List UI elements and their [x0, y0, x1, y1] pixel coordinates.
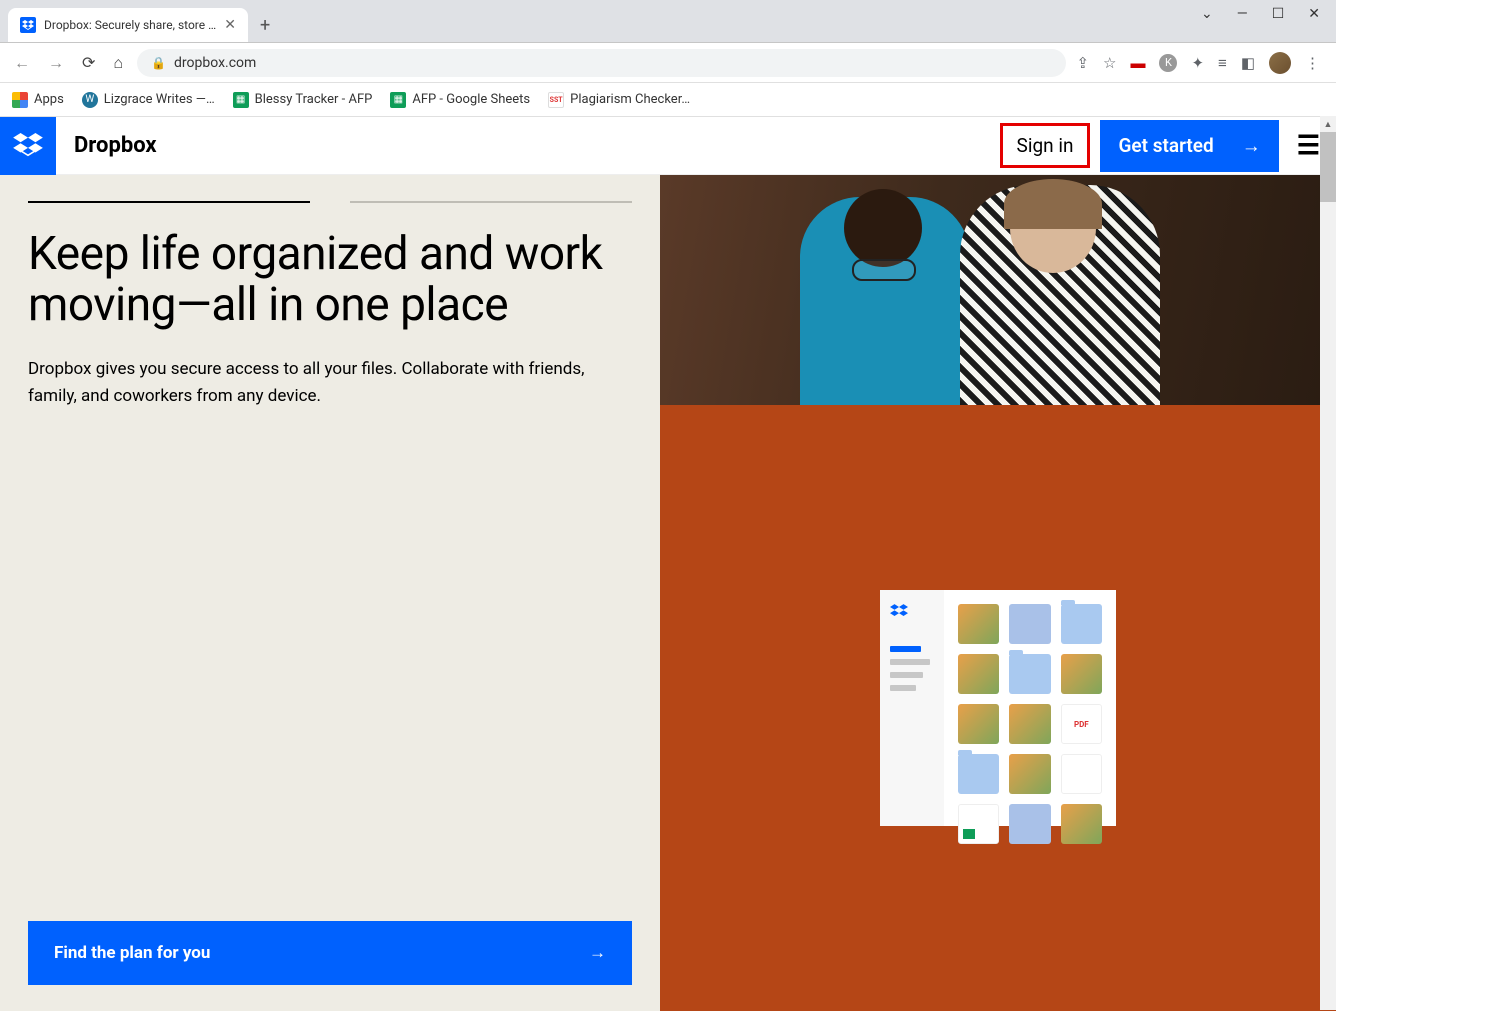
- bookmark-label: Plagiarism Checker…: [570, 92, 690, 107]
- vertical-scrollbar[interactable]: ▲: [1320, 116, 1336, 1010]
- bookmark-lizgrace[interactable]: W Lizgrace Writes —…: [82, 92, 215, 108]
- tab-close-icon[interactable]: ✕: [224, 17, 236, 33]
- wordpress-icon: W: [82, 92, 98, 108]
- sheets-icon: ▦: [390, 92, 406, 108]
- file-browser-illustration: PDF: [880, 590, 1116, 826]
- hero-photo: [660, 175, 1336, 405]
- scroll-up-icon[interactable]: ▲: [1320, 116, 1336, 132]
- folder-tile: [958, 754, 999, 794]
- bookmark-label: AFP - Google Sheets: [412, 92, 530, 107]
- extension-k-icon[interactable]: K: [1159, 54, 1177, 72]
- lock-icon: 🔒: [151, 56, 166, 70]
- reading-list-icon[interactable]: ≡: [1218, 54, 1227, 72]
- home-icon[interactable]: ⌂: [109, 49, 127, 77]
- tab-title: Dropbox: Securely share, store an: [44, 18, 216, 32]
- sign-in-button[interactable]: Sign in: [1000, 123, 1091, 168]
- carousel-progress: [28, 201, 632, 203]
- arrow-right-icon: →: [1242, 134, 1261, 158]
- profile-avatar-icon[interactable]: [1269, 52, 1291, 74]
- side-panel-icon[interactable]: ◧: [1241, 54, 1255, 72]
- bookmark-afp[interactable]: ▦ AFP - Google Sheets: [390, 92, 530, 108]
- hero-title: Keep life organized and work moving—all …: [28, 229, 632, 330]
- cta-label: Find the plan for you: [54, 943, 210, 963]
- find-plan-button[interactable]: Find the plan for you →: [28, 921, 632, 985]
- extensions-icon[interactable]: ✦: [1191, 54, 1204, 72]
- file-tile: [958, 654, 999, 694]
- reload-icon[interactable]: ⟳: [78, 49, 99, 76]
- bookmark-star-icon[interactable]: ☆: [1103, 54, 1116, 72]
- file-tile: [1061, 754, 1102, 794]
- chrome-menu-icon[interactable]: ⋮: [1305, 54, 1320, 72]
- bookmark-plagiarism[interactable]: SST Plagiarism Checker…: [548, 92, 690, 108]
- sst-icon: SST: [548, 92, 564, 108]
- mcafee-icon[interactable]: ▬: [1130, 54, 1145, 72]
- file-tile: [1009, 804, 1050, 844]
- file-tile: [1061, 654, 1102, 694]
- bookmark-blessy[interactable]: ▦ Blessy Tracker - AFP: [233, 92, 373, 108]
- folder-tile: [1009, 654, 1050, 694]
- arrow-right-icon: →: [589, 943, 606, 963]
- progress-segment[interactable]: [28, 201, 310, 203]
- bookmark-label: Blessy Tracker - AFP: [255, 92, 373, 107]
- file-tile: [1009, 754, 1050, 794]
- folder-tile: [1061, 604, 1102, 644]
- brand-name[interactable]: Dropbox: [74, 133, 157, 158]
- file-tile: [1061, 804, 1102, 844]
- forward-icon[interactable]: →: [44, 49, 68, 77]
- pdf-tile: PDF: [1061, 704, 1102, 744]
- scroll-thumb[interactable]: [1320, 132, 1336, 202]
- dropbox-glyph-icon: [13, 133, 43, 159]
- url-text: dropbox.com: [174, 55, 256, 71]
- xls-tile: [958, 804, 999, 844]
- apps-icon: [12, 92, 28, 108]
- bookmark-label: Lizgrace Writes —…: [104, 92, 215, 107]
- bookmark-label: Apps: [34, 92, 64, 107]
- window-maximize-icon[interactable]: ☐: [1272, 6, 1285, 22]
- dropbox-logo[interactable]: [0, 117, 56, 175]
- get-started-label: Get started: [1118, 134, 1213, 157]
- progress-segment[interactable]: [350, 201, 632, 203]
- window-close-icon[interactable]: ✕: [1308, 6, 1320, 22]
- hero-subtitle: Dropbox gives you secure access to all y…: [28, 356, 588, 409]
- back-icon[interactable]: ←: [10, 49, 34, 77]
- share-icon[interactable]: ⇪: [1076, 54, 1089, 72]
- window-minimize-icon[interactable]: —: [1237, 6, 1248, 22]
- dropbox-mini-icon: [890, 604, 908, 620]
- hamburger-menu-icon[interactable]: ☰: [1297, 131, 1320, 161]
- dropbox-favicon-icon: [20, 17, 36, 33]
- window-chevron-icon[interactable]: ⌄: [1201, 6, 1213, 22]
- browser-tab[interactable]: Dropbox: Securely share, store an ✕: [8, 8, 248, 42]
- hero-illustration-panel: PDF: [660, 405, 1336, 1011]
- bookmark-apps[interactable]: Apps: [12, 92, 64, 108]
- file-tile: [958, 604, 999, 644]
- site-header: Dropbox Sign in Get started → ☰: [0, 117, 1336, 175]
- sheets-icon: ▦: [233, 92, 249, 108]
- sign-in-label: Sign in: [1017, 134, 1074, 157]
- address-bar[interactable]: 🔒 dropbox.com: [137, 49, 1066, 77]
- file-tile: [958, 704, 999, 744]
- get-started-button[interactable]: Get started →: [1100, 120, 1278, 172]
- file-tile: [1009, 604, 1050, 644]
- file-tile: [1009, 704, 1050, 744]
- new-tab-button[interactable]: +: [260, 15, 270, 36]
